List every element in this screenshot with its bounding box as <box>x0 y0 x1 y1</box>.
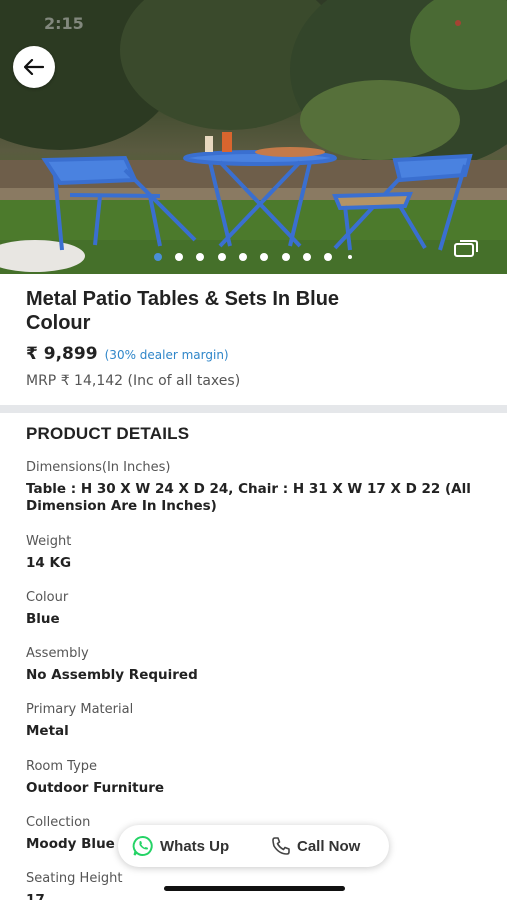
spec-value: Metal <box>26 723 69 739</box>
gallery-stack-icon[interactable] <box>453 238 479 258</box>
whatsapp-icon <box>132 836 153 856</box>
phone-icon <box>272 837 290 855</box>
carousel-pagination[interactable] <box>0 251 507 263</box>
spec-dimensions: Dimensions(In Inches) Table : H 30 X W 2… <box>26 460 486 515</box>
carousel-dot[interactable] <box>175 253 183 261</box>
spec-primary-material: Primary Material Metal <box>26 702 486 740</box>
spec-label: Colour <box>26 590 69 605</box>
spec-value: No Assembly Required <box>26 667 198 683</box>
spec-value: Outdoor Furniture <box>26 780 165 796</box>
spec-value: 17 <box>26 892 45 900</box>
spec-value: 14 KG <box>26 555 72 571</box>
spec-assembly: Assembly No Assembly Required <box>26 646 486 684</box>
home-indicator[interactable] <box>164 886 345 891</box>
call-now-button[interactable]: Call Now <box>261 825 360 867</box>
spec-label: Primary Material <box>26 702 134 717</box>
spec-value: Blue <box>26 611 60 627</box>
spec-label: Room Type <box>26 759 98 774</box>
whatsapp-label: Whats Up <box>160 837 230 855</box>
carousel-dot[interactable] <box>324 253 332 261</box>
spec-room-type: Room Type Outdoor Furniture <box>26 759 486 797</box>
carousel-dot[interactable] <box>260 253 268 261</box>
call-now-label: Call Now <box>297 837 361 855</box>
spec-label: Dimensions(In Inches) <box>26 460 171 475</box>
carousel-dot[interactable] <box>348 255 352 259</box>
carousel-dot[interactable] <box>196 253 204 261</box>
status-indicator <box>455 20 461 26</box>
spec-colour: Colour Blue <box>26 590 486 628</box>
carousel-dot[interactable] <box>218 253 226 261</box>
spec-value: Table : H 30 X W 24 X D 24, Chair : H 31… <box>26 481 471 514</box>
arrow-left-icon <box>24 59 44 75</box>
carousel-dot[interactable] <box>303 253 311 261</box>
mrp-label: MRP ₹ 14,142 (Inc of all taxes) <box>26 373 241 389</box>
spec-label: Assembly <box>26 646 89 661</box>
whatsapp-button[interactable]: Whats Up <box>118 825 261 867</box>
product-photo <box>0 0 507 274</box>
product-title: Metal Patio Tables & Sets In Blue Colour <box>26 288 340 334</box>
section-divider <box>0 405 507 413</box>
spec-weight: Weight 14 KG <box>26 534 486 572</box>
spec-label: Weight <box>26 534 72 549</box>
carousel-dot[interactable] <box>239 253 247 261</box>
back-button[interactable] <box>13 46 55 88</box>
carousel-dot[interactable] <box>282 253 290 261</box>
product-image-carousel[interactable]: 2:15 <box>0 0 507 274</box>
price-row: ₹ 9,899 (30% dealer margin) <box>26 344 229 364</box>
dealer-margin-label: (30% dealer margin) <box>104 348 229 362</box>
carousel-dot[interactable] <box>154 253 162 261</box>
status-time: 2:15 <box>44 14 84 33</box>
contact-action-bar: Whats Up Call Now <box>118 825 389 867</box>
spec-label: Seating Height <box>26 871 123 886</box>
product-price: ₹ 9,899 <box>26 344 98 364</box>
product-details-heading: PRODUCT DETAILS <box>26 424 190 443</box>
